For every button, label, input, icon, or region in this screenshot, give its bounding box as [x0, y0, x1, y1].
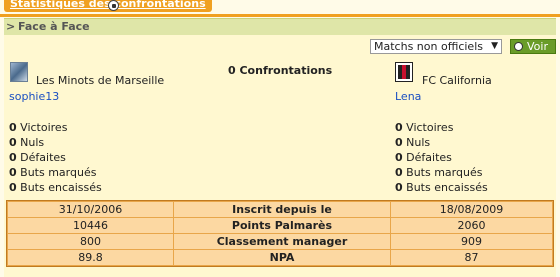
row-label: Points Palmarès	[174, 218, 390, 233]
right-value: 2060	[391, 218, 552, 233]
voir-button[interactable]: Voir	[510, 39, 556, 54]
table-row: 89.8 NPA 87	[8, 250, 552, 265]
right-stat-victoires: 0 Victoires	[395, 121, 454, 134]
chevron-down-icon: ▼	[491, 41, 498, 51]
right-team-name: FC California	[422, 74, 492, 87]
left-stat-buts-marques: 0 Buts marqués	[9, 166, 97, 179]
chevron-right-icon: >	[6, 20, 16, 33]
left-value: 10446	[8, 218, 173, 233]
left-value: 31/10/2006	[8, 202, 173, 217]
match-type-select[interactable]: Matchs non officiels ▼	[370, 39, 502, 54]
right-stat-nuls: 0 Nuls	[395, 136, 431, 149]
table-row: 31/10/2006 Inscrit depuis le 18/08/2009	[8, 202, 552, 217]
comparison-table: 31/10/2006 Inscrit depuis le 18/08/2009 …	[6, 200, 554, 267]
right-stat-buts-encaisses: 0 Buts encaissés	[395, 181, 488, 194]
left-value: 800	[8, 234, 173, 249]
left-stat-victoires: 0 Victoires	[9, 121, 68, 134]
section-title: Face à Face	[18, 20, 90, 33]
right-stat-buts-marques: 0 Buts marqués	[395, 166, 483, 179]
left-user-link[interactable]: sophie13	[9, 90, 59, 103]
jersey-icon	[395, 62, 413, 82]
row-label: Inscrit depuis le	[174, 202, 390, 217]
football-icon	[108, 0, 119, 11]
row-label: Classement manager	[174, 234, 390, 249]
tab-strip: Statistiques des confrontations	[0, 0, 560, 17]
confrontations-count: 0 Confrontations	[228, 64, 333, 77]
left-stat-nuls: 0 Nuls	[9, 136, 45, 149]
right-value: 909	[391, 234, 552, 249]
left-stat-defaites: 0 Défaites	[9, 151, 66, 164]
table-row: 800 Classement manager 909	[8, 234, 552, 249]
row-label: NPA	[174, 250, 390, 265]
left-value: 89.8	[8, 250, 173, 265]
section-header: > Face à Face	[4, 18, 556, 36]
left-stat-buts-encaisses: 0 Buts encaissés	[9, 181, 102, 194]
table-row: 10446 Points Palmarès 2060	[8, 218, 552, 233]
right-value: 18/08/2009	[391, 202, 552, 217]
left-team-name: Les Minots de Marseille	[36, 74, 165, 87]
right-stat-defaites: 0 Défaites	[395, 151, 452, 164]
right-value: 87	[391, 250, 552, 265]
team-crest-icon	[10, 62, 28, 82]
football-icon	[514, 42, 523, 51]
voir-button-label: Voir	[527, 40, 548, 53]
right-user-link[interactable]: Lena	[395, 90, 421, 103]
select-value: Matchs non officiels	[374, 40, 483, 53]
